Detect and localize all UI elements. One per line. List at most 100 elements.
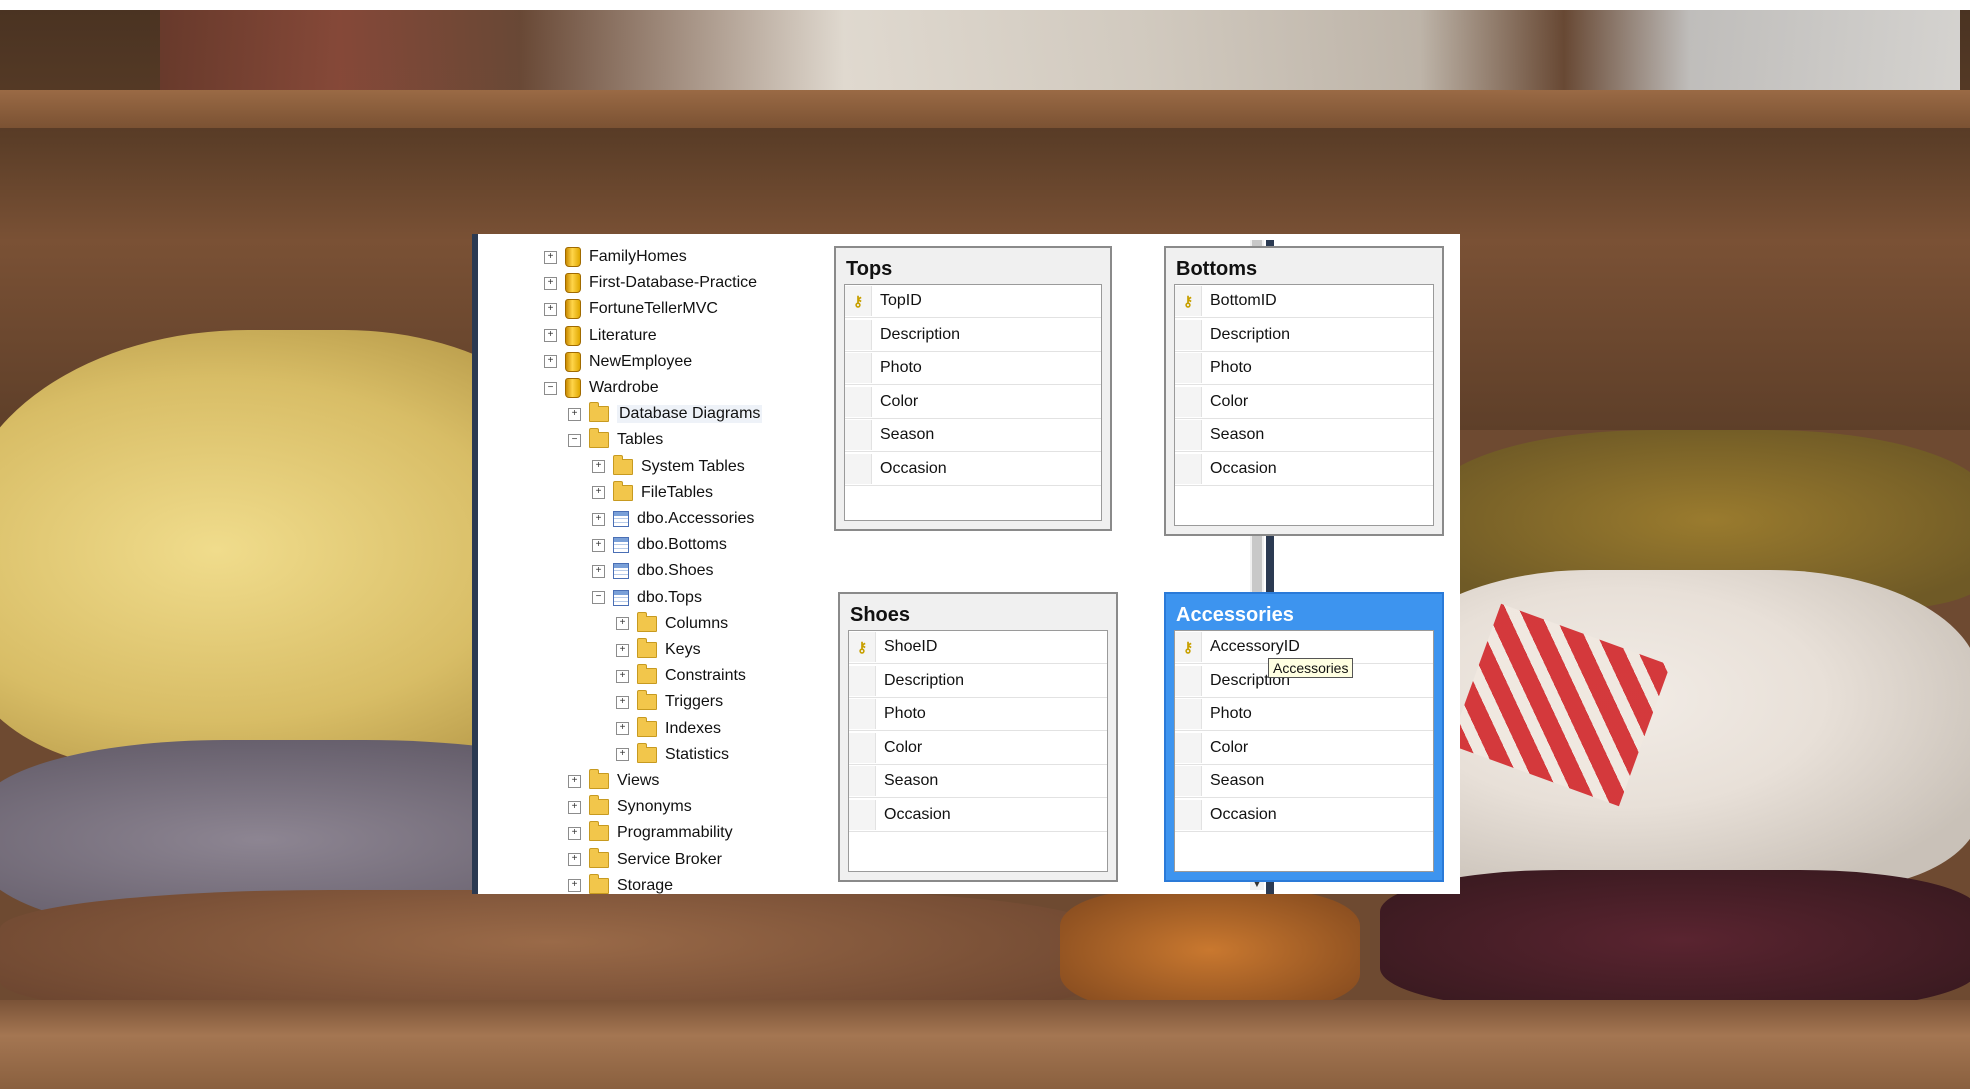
- expand-icon[interactable]: +: [544, 250, 557, 264]
- tree-item[interactable]: + Keys: [616, 638, 701, 661]
- column-row[interactable]: Description: [849, 665, 1107, 698]
- row-selector[interactable]: [849, 699, 876, 729]
- expand-icon[interactable]: +: [592, 564, 605, 578]
- row-selector[interactable]: [845, 386, 872, 417]
- tree-item[interactable]: + Service Broker: [568, 847, 722, 871]
- expand-icon[interactable]: +: [592, 538, 605, 552]
- expand-icon[interactable]: +: [616, 722, 629, 736]
- expand-icon[interactable]: +: [616, 617, 629, 631]
- column-row[interactable]: Color: [1175, 732, 1433, 765]
- tree-item[interactable]: + dbo.Accessories: [592, 508, 754, 530]
- row-selector[interactable]: [1175, 453, 1202, 484]
- row-selector[interactable]: [1175, 420, 1202, 450]
- row-selector[interactable]: [1175, 766, 1202, 796]
- tree-item[interactable]: + Views: [568, 769, 659, 792]
- column-row[interactable]: Color: [1175, 386, 1433, 419]
- row-selector[interactable]: [849, 799, 876, 830]
- column-row[interactable]: Color: [845, 386, 1101, 419]
- expand-icon[interactable]: +: [544, 355, 557, 369]
- row-selector[interactable]: [849, 766, 876, 796]
- column-row[interactable]: Description: [845, 319, 1101, 352]
- tree-item[interactable]: + Programmability: [568, 821, 733, 844]
- expand-icon[interactable]: +: [544, 276, 557, 290]
- column-row[interactable]: Photo: [845, 352, 1101, 385]
- row-selector[interactable]: ⚷: [845, 286, 872, 316]
- tree-item[interactable]: + NewEmployee: [544, 351, 692, 373]
- expand-icon[interactable]: +: [568, 879, 581, 893]
- tree-item[interactable]: + Database Diagrams: [568, 402, 763, 425]
- column-row[interactable]: Occasion: [1175, 799, 1433, 832]
- row-selector[interactable]: ⚷: [849, 632, 876, 662]
- expand-icon[interactable]: +: [568, 407, 581, 421]
- column-row[interactable]: Photo: [1175, 698, 1433, 731]
- row-selector[interactable]: [1175, 386, 1202, 417]
- tree-item[interactable]: + First-Database-Practice: [544, 272, 757, 294]
- row-selector[interactable]: [1175, 732, 1202, 763]
- row-selector[interactable]: [845, 420, 872, 450]
- table-bottoms[interactable]: Bottoms ⚷ BottomID Description Photo Color Sea…: [1164, 246, 1444, 536]
- column-row[interactable]: Photo: [849, 698, 1107, 731]
- tree-item[interactable]: + dbo.Shoes: [592, 560, 714, 582]
- tree-item[interactable]: + Columns: [616, 611, 728, 635]
- row-selector[interactable]: [845, 453, 872, 484]
- row-selector[interactable]: [1175, 699, 1202, 729]
- tree-item[interactable]: − Tables: [568, 428, 663, 451]
- tree-item[interactable]: + dbo.Bottoms: [592, 534, 727, 556]
- collapse-icon[interactable]: −: [568, 433, 581, 447]
- expand-icon[interactable]: +: [592, 512, 605, 526]
- tree-item[interactable]: − dbo.Tops: [592, 587, 702, 609]
- table-tops[interactable]: Tops ⚷ TopID Description Photo Color Season Occ…: [834, 246, 1112, 531]
- table-shoes[interactable]: Shoes ⚷ ShoeID Description Photo Color Season O…: [838, 592, 1118, 882]
- column-row[interactable]: Occasion: [849, 799, 1107, 832]
- expand-icon[interactable]: +: [616, 695, 629, 709]
- tree-item[interactable]: + Constraints: [616, 664, 746, 687]
- expand-icon[interactable]: +: [544, 302, 557, 316]
- column-row[interactable]: Color: [849, 732, 1107, 765]
- column-row[interactable]: Season: [849, 765, 1107, 798]
- row-selector[interactable]: [1175, 799, 1202, 830]
- expand-icon[interactable]: +: [592, 486, 605, 500]
- expand-icon[interactable]: +: [568, 853, 581, 867]
- tree-item[interactable]: + FileTables: [592, 480, 713, 504]
- tree-item[interactable]: + Indexes: [616, 716, 721, 740]
- table-accessories[interactable]: Accessories ⚷ AccessoryID Description Photo C…: [1164, 592, 1444, 882]
- column-row[interactable]: Occasion: [845, 453, 1101, 486]
- row-selector[interactable]: [845, 319, 872, 350]
- collapse-icon[interactable]: −: [592, 591, 605, 605]
- column-row[interactable]: Season: [1175, 419, 1433, 452]
- tree-item[interactable]: + Synonyms: [568, 795, 692, 818]
- row-selector[interactable]: ⚷: [1175, 286, 1202, 316]
- column-row[interactable]: Season: [845, 419, 1101, 452]
- row-selector[interactable]: [1175, 353, 1202, 383]
- collapse-icon[interactable]: −: [544, 381, 557, 395]
- row-selector[interactable]: ⚷: [1175, 632, 1202, 662]
- expand-icon[interactable]: +: [568, 826, 581, 840]
- row-selector[interactable]: [845, 353, 872, 383]
- expand-icon[interactable]: +: [616, 748, 629, 762]
- tree-item[interactable]: + Triggers: [616, 690, 723, 713]
- column-row[interactable]: Description: [1175, 319, 1433, 352]
- tree-item[interactable]: + System Tables: [592, 454, 745, 478]
- column-row[interactable]: Occasion: [1175, 453, 1433, 486]
- expand-icon[interactable]: +: [592, 460, 605, 474]
- row-selector[interactable]: [1175, 319, 1202, 350]
- tree-item[interactable]: + FamilyHomes: [544, 246, 687, 268]
- row-selector[interactable]: [849, 665, 876, 696]
- tree-item[interactable]: + Storage: [568, 873, 673, 894]
- column-row[interactable]: Photo: [1175, 352, 1433, 385]
- row-selector[interactable]: [1175, 665, 1202, 696]
- row-selector[interactable]: [849, 732, 876, 763]
- tree-item[interactable]: + FortuneTellerMVC: [544, 298, 718, 320]
- column-row[interactable]: ⚷ BottomID: [1175, 285, 1433, 318]
- column-row[interactable]: ⚷ TopID: [845, 285, 1101, 318]
- expand-icon[interactable]: +: [544, 329, 557, 343]
- column-row[interactable]: Season: [1175, 765, 1433, 798]
- expand-icon[interactable]: +: [568, 774, 581, 788]
- tree-item[interactable]: − Wardrobe: [544, 377, 659, 399]
- tree-item[interactable]: + Statistics: [616, 742, 729, 766]
- expand-icon[interactable]: +: [568, 800, 581, 814]
- tree-item[interactable]: + Literature: [544, 325, 657, 347]
- expand-icon[interactable]: +: [616, 669, 629, 683]
- expand-icon[interactable]: +: [616, 643, 629, 657]
- column-row[interactable]: ⚷ ShoeID: [849, 631, 1107, 664]
